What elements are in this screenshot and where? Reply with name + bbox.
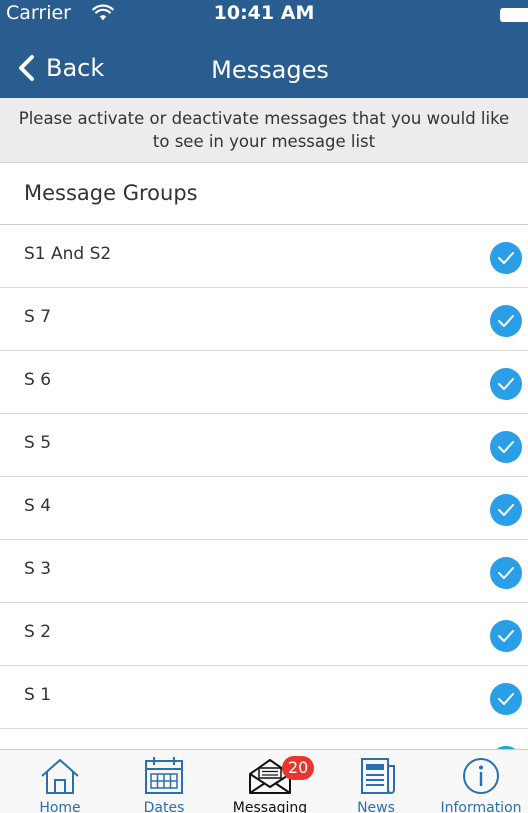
carrier-label: Carrier: [6, 2, 71, 24]
info-icon: [463, 758, 499, 794]
tab-label: Home: [39, 800, 81, 813]
tab-label: Messaging: [232, 800, 308, 813]
list-item-label: S1 And S2: [24, 244, 112, 264]
back-label: Back: [46, 54, 105, 82]
message-group-list: S1 And S2 S 7 S 6 S 5 S 4 S 3 S 2 S 1: [0, 225, 528, 749]
list-item-label: S 2: [24, 622, 52, 642]
calendar-icon: [145, 757, 183, 794]
status-bar: Carrier 10:41 AM: [0, 0, 528, 36]
section-header: Message Groups: [0, 163, 528, 225]
checkmark-icon[interactable]: [490, 683, 522, 715]
checkmark-icon[interactable]: [490, 431, 522, 463]
list-item[interactable]: S 3: [0, 540, 528, 603]
section-title: Message Groups: [24, 181, 198, 205]
battery-icon: [500, 8, 528, 22]
list-item-label: S 3: [24, 559, 52, 579]
list-item-label: S 5: [24, 433, 52, 453]
checkmark-icon[interactable]: [490, 368, 522, 400]
checkmark-icon[interactable]: [490, 620, 522, 652]
home-icon: [41, 759, 79, 794]
checkmark-icon[interactable]: [490, 494, 522, 526]
list-item[interactable]: S 7: [0, 288, 528, 351]
list-item-label: S 1: [24, 685, 52, 705]
unread-badge: 20: [282, 756, 315, 780]
list-item[interactable]: S 5: [0, 414, 528, 477]
list-item-label: S 7: [24, 307, 52, 327]
list-item[interactable]: S 1: [0, 666, 528, 729]
tab-home[interactable]: Home: [18, 750, 102, 813]
tab-dates[interactable]: Dates: [122, 750, 206, 813]
list-item[interactable]: [0, 729, 528, 749]
checkmark-icon[interactable]: [490, 242, 522, 274]
list-item-label: S 4: [24, 496, 52, 516]
checkmark-icon[interactable]: [490, 557, 522, 589]
checkmark-icon[interactable]: [490, 305, 522, 337]
list-item[interactable]: S 4: [0, 477, 528, 540]
list-item-label: S 6: [24, 370, 52, 390]
tab-news[interactable]: News: [334, 750, 418, 813]
tab-information[interactable]: Information: [434, 750, 528, 813]
app-screen: Carrier 10:41 AM Back Messages Please ac…: [0, 0, 528, 813]
status-time: 10:41 AM: [213, 2, 315, 24]
header: Carrier 10:41 AM Back Messages: [0, 0, 528, 98]
back-button[interactable]: Back: [16, 50, 104, 86]
chevron-left-icon: [19, 55, 34, 81]
tab-label: News: [357, 800, 395, 813]
tab-label: Dates: [143, 800, 185, 813]
list-item[interactable]: S 6: [0, 351, 528, 414]
newspaper-icon: [361, 758, 395, 794]
instructions-banner: Please activate or deactivate messages t…: [0, 98, 528, 163]
nav-bar: Back Messages: [0, 40, 528, 98]
tab-messaging[interactable]: 20 Messaging: [222, 750, 318, 813]
wifi-icon: [92, 4, 114, 21]
tab-label: Information: [440, 800, 522, 813]
list-item[interactable]: S 2: [0, 603, 528, 666]
tab-bar: Home Dates 20 Messaging News Information: [0, 749, 528, 813]
list-item[interactable]: S1 And S2: [0, 225, 528, 288]
